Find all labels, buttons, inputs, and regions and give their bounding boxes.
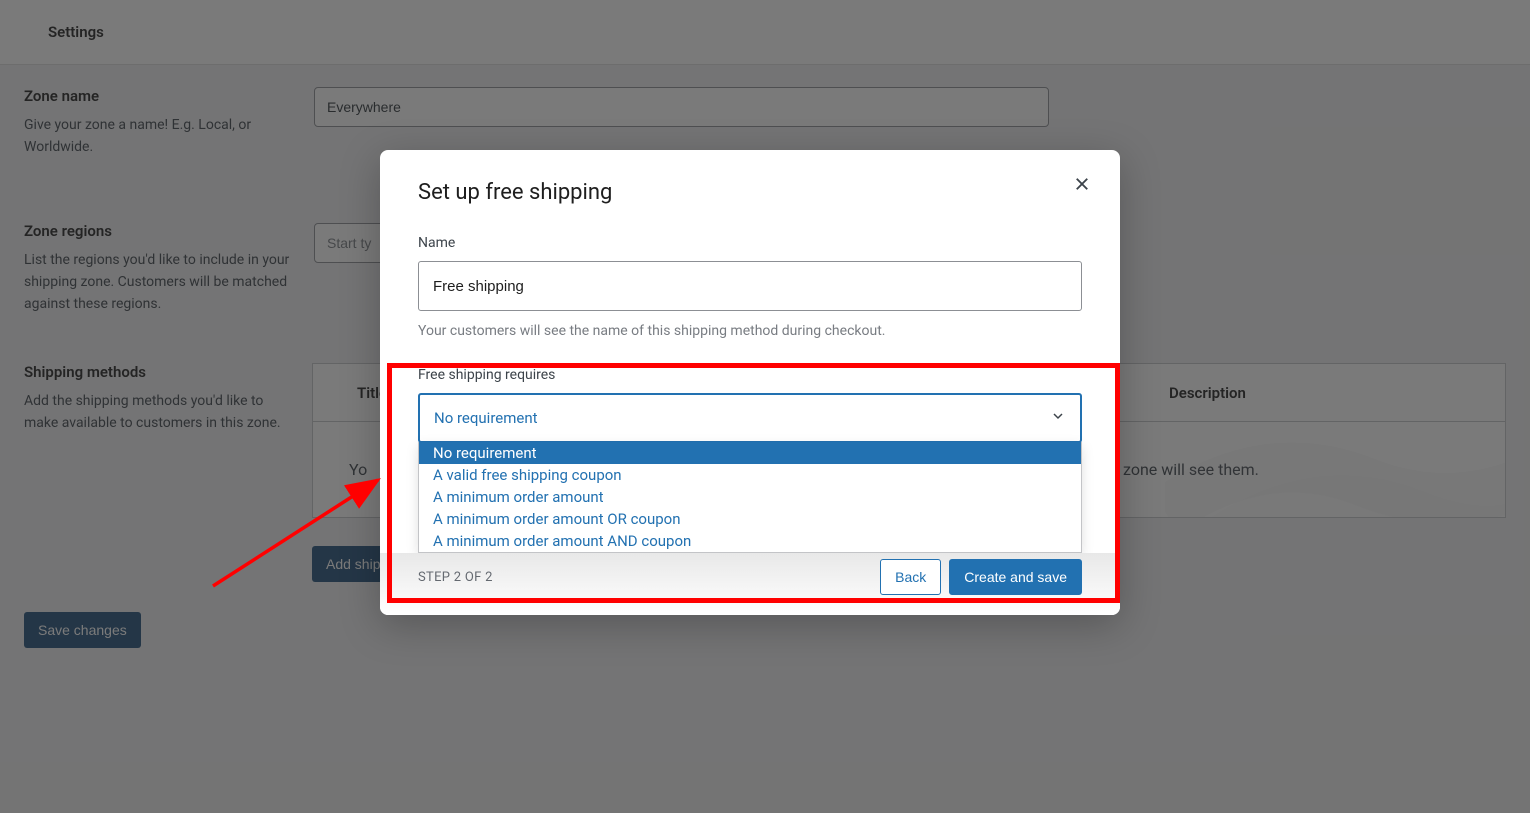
close-icon[interactable]	[1070, 172, 1094, 196]
create-and-save-button[interactable]: Create and save	[949, 559, 1082, 595]
requires-field-label: Free shipping requires	[418, 367, 1082, 383]
name-field-hint: Your customers will see the name of this…	[418, 323, 1082, 339]
dropdown-option-no-requirement[interactable]: No requirement	[419, 442, 1081, 464]
free-shipping-modal: Set up free shipping Name Your customers…	[380, 150, 1120, 615]
dropdown-option-min-and-coupon[interactable]: A minimum order amount AND coupon	[419, 530, 1081, 552]
chevron-down-icon	[1050, 408, 1066, 428]
shipping-name-input[interactable]	[418, 261, 1082, 311]
requires-selected-value: No requirement	[434, 409, 538, 427]
dropdown-option-min-amount[interactable]: A minimum order amount	[419, 486, 1081, 508]
dropdown-option-min-or-coupon[interactable]: A minimum order amount OR coupon	[419, 508, 1081, 530]
modal-title: Set up free shipping	[418, 180, 1082, 205]
requires-combobox[interactable]: No requirement	[418, 393, 1082, 443]
modal-footer: STEP 2 OF 2 Back Create and save	[380, 553, 1120, 615]
back-button[interactable]: Back	[880, 559, 941, 595]
dropdown-option-valid-coupon[interactable]: A valid free shipping coupon	[419, 464, 1081, 486]
requires-dropdown-list: No requirement A valid free shipping cou…	[418, 442, 1082, 553]
name-field-label: Name	[418, 235, 1082, 251]
step-indicator: STEP 2 OF 2	[418, 570, 493, 585]
